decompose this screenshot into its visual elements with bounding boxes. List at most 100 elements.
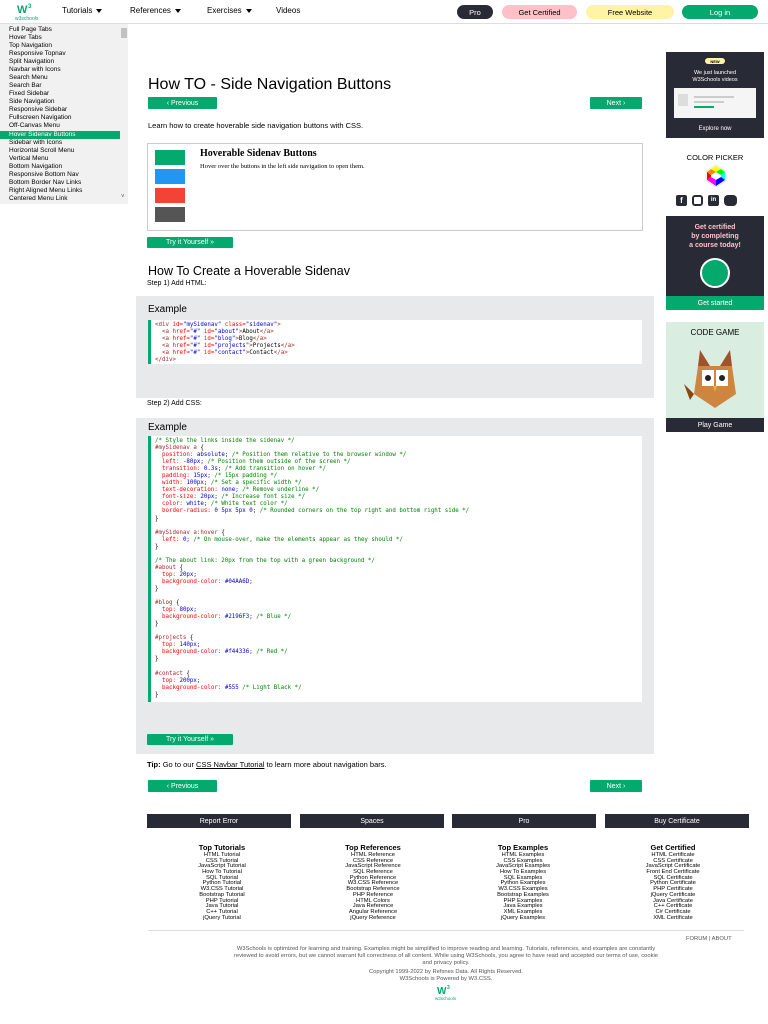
sidebar-item[interactable]: Fullscreen Navigation (0, 114, 120, 122)
page-title: How TO - Side Navigation Buttons (148, 76, 392, 93)
pro-button[interactable]: Pro (457, 5, 493, 19)
footer-link[interactable]: jQuery Tutorial (162, 915, 282, 922)
sidebar-item[interactable]: Responsive Sidebar (0, 106, 120, 114)
sidebar-item[interactable]: Off-Canvas Menu (0, 122, 120, 130)
disclaimer-line3: and privacy policy. (422, 960, 470, 966)
videos-link[interactable]: Videos (276, 6, 300, 15)
sidebar-item[interactable]: Bottom Navigation (0, 163, 120, 171)
try-it-yourself-button[interactable]: Try it Yourself » (147, 734, 233, 745)
sidebar-item[interactable]: Right Aligned Menu Links (0, 187, 120, 195)
step1-text: Step 1) Add HTML: (147, 280, 207, 287)
code-game-ad[interactable]: CODE GAME Play Game (666, 322, 764, 432)
svg-text:3: 3 (447, 985, 450, 991)
sidebar-item[interactable]: Full Page Tabs (0, 26, 120, 34)
demo-projects-button[interactable] (155, 188, 185, 203)
intro-text: Learn how to create hoverable side navig… (148, 121, 364, 130)
footer-logo[interactable]: W 3 w3schools (434, 984, 462, 1007)
video-preview-image (674, 88, 756, 118)
right-sidebar: NEW We just launched W3Schools videos Exp… (662, 24, 768, 444)
html-code-block: <div id="mySidenav" class="sidenav"> <a … (148, 320, 642, 364)
login-button[interactable]: Log in (682, 5, 758, 19)
linkedin-icon[interactable]: in (708, 195, 719, 206)
step2-text: Step 2) Add CSS: (147, 400, 202, 407)
previous-button-bottom[interactable]: ‹ Previous (148, 780, 217, 792)
get-started-button[interactable]: Get started (666, 296, 764, 310)
sidebar-item[interactable]: Navbar with Icons (0, 66, 120, 74)
demo-preview: Hoverable Sidenav Buttons Hover over the… (147, 143, 643, 231)
tutorials-menu[interactable]: Tutorials (62, 6, 103, 15)
sidebar-item[interactable]: Sidebar with Icons (0, 139, 120, 147)
chevron-right-icon: › (623, 782, 626, 790)
demo-text: Hover over the buttons in the left side … (200, 163, 365, 170)
color-picker-icon[interactable] (704, 164, 728, 193)
sidebar-item[interactable]: Vertical Menu (0, 155, 120, 163)
section-heading: How To Create a Hoverable Sidenav (148, 264, 350, 278)
try-it-yourself-button[interactable]: Try it Yourself » (147, 237, 233, 248)
css-navbar-tutorial-link[interactable]: CSS Navbar Tutorial (196, 760, 264, 769)
sidebar-item[interactable]: Search Bar (0, 82, 120, 90)
sidebar-scrollbar[interactable] (120, 24, 128, 204)
sidebar-item[interactable]: Split Navigation (0, 58, 120, 66)
discord-icon[interactable] (724, 195, 737, 206)
svg-text:w3schools: w3schools (435, 996, 457, 1001)
explore-now-link[interactable]: Explore now (666, 126, 764, 132)
instagram-icon[interactable] (692, 195, 703, 206)
pro-footer-button[interactable]: Pro (452, 814, 596, 828)
play-game-button[interactable]: Play Game (666, 418, 764, 432)
get-certified-button[interactable]: Get Certified (502, 5, 577, 19)
example-label: Example (148, 422, 187, 433)
sidebar-item[interactable]: Hover Tabs (0, 34, 120, 42)
footer-link[interactable]: jQuery Examples (463, 915, 583, 922)
spaces-button[interactable]: Spaces (300, 814, 444, 828)
footer-link[interactable]: XML Certificate (613, 915, 733, 922)
sidebar-item[interactable]: Bottom Border Nav Links (0, 179, 120, 187)
caret-down-icon (96, 8, 103, 13)
buy-certificate-button[interactable]: Buy Certificate (605, 814, 749, 828)
svg-text:3: 3 (28, 4, 32, 10)
certified-ad[interactable]: Get certified by completing a course today… (666, 216, 764, 310)
demo-contact-button[interactable] (155, 207, 185, 222)
chevron-down-icon[interactable]: ˅ (121, 194, 125, 200)
css-code-block: /* Style the links inside the sidenav */… (148, 436, 642, 702)
footer-column: Top Examples HTML Examples CSS Examples Jav… (463, 843, 583, 921)
next-button[interactable]: Next › (590, 97, 642, 109)
disclaimer-line2: reviewed to avoid errors, but we cannot … (233, 953, 659, 959)
example-label: Example (148, 304, 187, 315)
sidebar-item[interactable]: Side Navigation (0, 98, 120, 106)
sidebar-item[interactable]: Centered Menu Link (0, 195, 120, 203)
ad-text: We just launched W3Schools videos (692, 70, 738, 83)
report-error-button[interactable]: Report Error (147, 814, 291, 828)
exercises-menu[interactable]: Exercises (207, 6, 252, 15)
sidebar-item[interactable]: Responsive Topnav (0, 50, 120, 58)
sidebar-item[interactable]: Responsive Bottom Nav (0, 171, 120, 179)
sidebar-item[interactable]: Fixed Sidebar (0, 90, 120, 98)
w3schools-logo[interactable]: W 3 w3schools (13, 2, 45, 22)
sidebar-item[interactable]: Top Navigation (0, 42, 120, 50)
references-menu[interactable]: References (130, 6, 181, 15)
sidebar-item[interactable]: Horizontal Scroll Menu (0, 147, 120, 155)
new-badge: NEW (705, 58, 725, 64)
copyright: Copyright 1999-2022 by Refsnes Data. All… (368, 969, 524, 975)
scrollbar-thumb[interactable] (121, 28, 127, 38)
caret-down-icon (174, 8, 181, 13)
forum-about-links[interactable]: FORUM | ABOUT (686, 936, 732, 942)
next-button-bottom[interactable]: Next › (590, 780, 642, 792)
videos-ad[interactable]: NEW We just launched W3Schools videos Exp… (666, 52, 764, 138)
color-picker-title: COLOR PICKER (686, 153, 744, 162)
chevron-right-icon: › (623, 99, 626, 107)
footer-link[interactable]: jQuery Reference (313, 915, 433, 922)
footer-column: Top Tutorials HTML Tutorial CSS Tutorial Ja… (162, 843, 282, 921)
demo-title: Hoverable Sidenav Buttons (200, 148, 317, 159)
facebook-icon[interactable]: f (676, 195, 687, 206)
free-website-button[interactable]: Free Website (586, 5, 674, 19)
ad-text: Get certified by completing a course today… (689, 224, 741, 249)
top-navbar: W 3 w3schools Tutorials References Exerc… (0, 0, 768, 24)
previous-button[interactable]: ‹ Previous (148, 97, 217, 109)
svg-text:w3schools: w3schools (15, 16, 39, 22)
demo-about-button[interactable] (155, 150, 185, 165)
sidebar-item[interactable]: Search Menu (0, 74, 120, 82)
tip-text: Tip: Go to our CSS Navbar Tutorial to le… (147, 760, 387, 769)
sidebar-item[interactable]: Hover Sidenav Buttons (0, 130, 120, 139)
demo-blog-button[interactable] (155, 169, 185, 184)
footer-column: Top References HTML Reference CSS Referenc… (313, 843, 433, 921)
